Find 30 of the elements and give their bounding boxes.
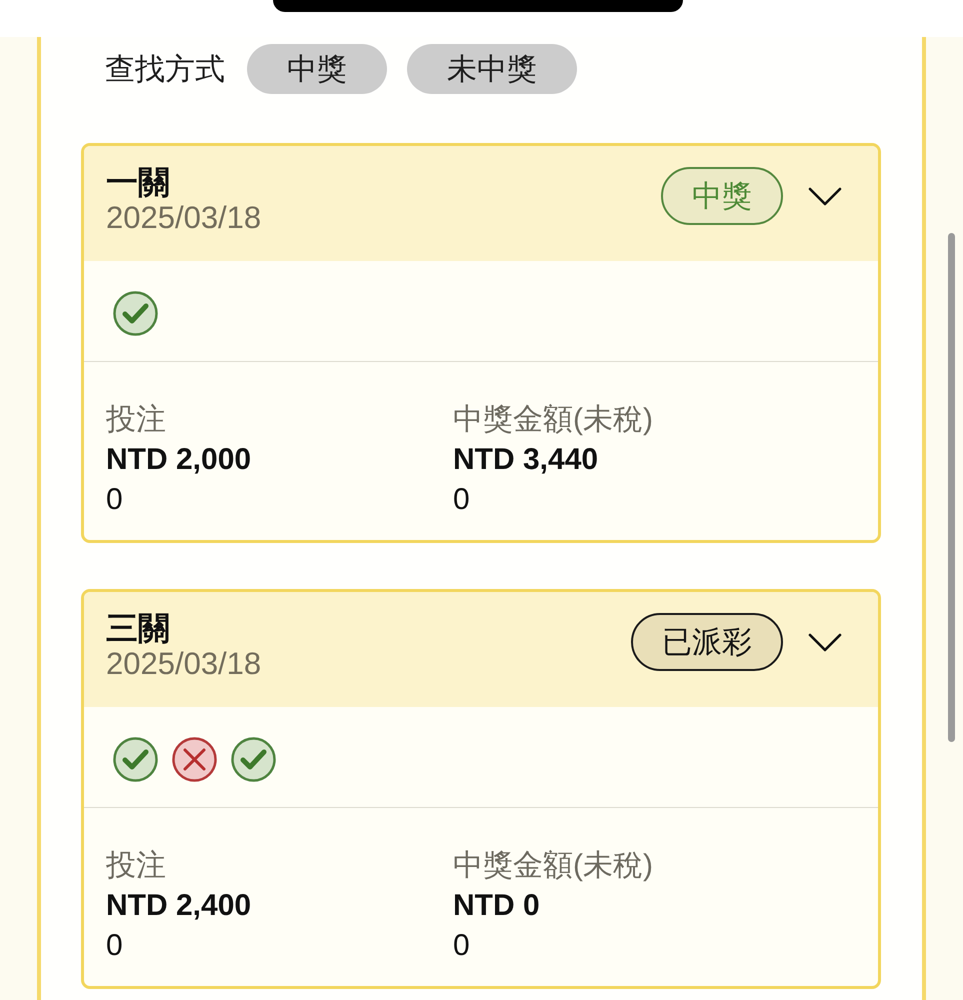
amount-text: NTD 0: [453, 888, 541, 924]
chevron-down-icon[interactable]: [808, 186, 842, 206]
check-circle-icon: [113, 291, 158, 336]
check-circle-icon: [231, 737, 276, 782]
card-header[interactable]: 一關 2025/03/18 中獎: [84, 146, 878, 261]
filter-chip[interactable]: 未中獎: [407, 44, 577, 94]
value-text: 0: [106, 928, 124, 964]
chevron-down-icon[interactable]: [808, 632, 842, 652]
amount-text: NTD 2,000: [106, 442, 252, 478]
value-text: 0: [453, 482, 471, 518]
ticket-date: 2025/03/18: [106, 646, 262, 682]
field-label: 投注: [106, 848, 167, 884]
status-badge: 中獎: [661, 167, 783, 225]
status-badge: 已派彩: [631, 613, 783, 671]
value-text: 0: [106, 482, 124, 518]
amount-text: NTD 3,440: [453, 442, 600, 478]
check-circle-icon: [113, 737, 158, 782]
ticket-title: 三關: [106, 610, 171, 646]
filter-label: 查找方式: [105, 52, 225, 88]
ticket-title: 一關: [106, 164, 171, 200]
card-header[interactable]: 三關 2025/03/18 已派彩: [84, 592, 878, 707]
field-label: 中獎金額(未稅): [453, 848, 654, 884]
field-label: 中獎金額(未稅): [453, 402, 654, 438]
amount-text: NTD 2,400: [106, 888, 252, 924]
field-label: 投注: [106, 402, 167, 438]
scrollbar-thumb[interactable]: [948, 233, 955, 742]
filter-chip[interactable]: 中獎: [247, 44, 387, 94]
value-text: 0: [453, 928, 471, 964]
cross-circle-icon: [172, 737, 217, 782]
ticket-date: 2025/03/18: [106, 200, 262, 236]
